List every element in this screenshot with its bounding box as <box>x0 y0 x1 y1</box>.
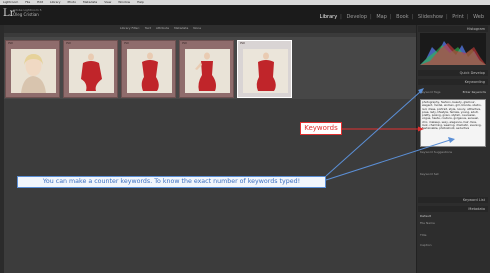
filter-none-tab[interactable]: None <box>193 26 201 30</box>
photo-red-dress <box>127 49 172 93</box>
filter-text-tab[interactable]: Text <box>145 26 151 30</box>
module-library[interactable]: Library <box>320 14 337 20</box>
keyword-tags-mode-select[interactable]: Enter Keywords <box>463 90 486 94</box>
file-type-badge: PSD <box>66 42 72 45</box>
module-web[interactable]: Web <box>473 14 484 20</box>
filter-metadata-tab[interactable]: Metadata <box>174 26 188 30</box>
quick-develop-header[interactable]: Quick Develop <box>418 70 488 76</box>
thumbnail-cell[interactable]: PSD <box>63 40 118 98</box>
photo-red-dress <box>185 49 230 93</box>
keyword-tags-row: Keyword Tags Enter Keywords <box>420 90 486 94</box>
title-label: Title <box>420 233 427 237</box>
keywords-annotation: Keywords <box>300 122 342 135</box>
metadata-preset-select[interactable]: Default <box>420 214 486 218</box>
counter-annotation: You can make a counter keywords. To know… <box>17 176 326 188</box>
library-filter-options: Library Filter: Text Attribute Metadata … <box>120 26 320 31</box>
file-name-label: File Name <box>420 221 435 225</box>
histogram <box>420 33 486 65</box>
keywords-textarea[interactable]: photography, fashion, beauty, glamour, e… <box>420 99 486 147</box>
photo-portrait <box>11 49 56 93</box>
photo-red-dress <box>243 49 288 93</box>
file-type-badge: PSD <box>240 42 246 45</box>
module-map[interactable]: Map <box>376 14 387 20</box>
thumbnail-cell[interactable]: PSD <box>121 40 176 98</box>
caption-label: Caption <box>420 243 432 247</box>
file-type-badge: PSD <box>8 42 14 45</box>
file-type-badge: PSD <box>124 42 130 45</box>
keyword-tags-label: Keyword Tags <box>420 90 441 94</box>
file-type-badge: PSD <box>182 42 188 45</box>
metadata-header[interactable]: Metadata <box>418 206 488 212</box>
thumbnail-cell[interactable]: PSD <box>179 40 234 98</box>
module-print[interactable]: Print <box>452 14 464 20</box>
histogram-header[interactable]: Histogram <box>418 26 488 32</box>
module-picker: Library | Develop | Map | Book | Slideshow | … <box>319 14 484 20</box>
filter-label: Library Filter: <box>120 26 140 30</box>
thumbnail-cell-selected[interactable]: PSD <box>237 40 292 98</box>
keywording-header[interactable]: Keywording <box>418 79 488 85</box>
identity-user-name: Oleg Cristian <box>13 12 39 17</box>
module-develop[interactable]: Develop <box>346 14 367 20</box>
photo-red-dress <box>69 49 114 93</box>
keyword-set-label: Keyword Set <box>420 172 439 176</box>
keyword-list-header[interactable]: Keyword List <box>418 197 488 203</box>
thumbnail-cell[interactable]: PSD <box>5 40 60 98</box>
module-book[interactable]: Book <box>396 14 408 20</box>
module-slideshow[interactable]: Slideshow <box>418 14 443 20</box>
keyword-suggestions-label: Keyword Suggestions <box>420 150 453 154</box>
filter-attribute-tab[interactable]: Attribute <box>156 26 169 30</box>
